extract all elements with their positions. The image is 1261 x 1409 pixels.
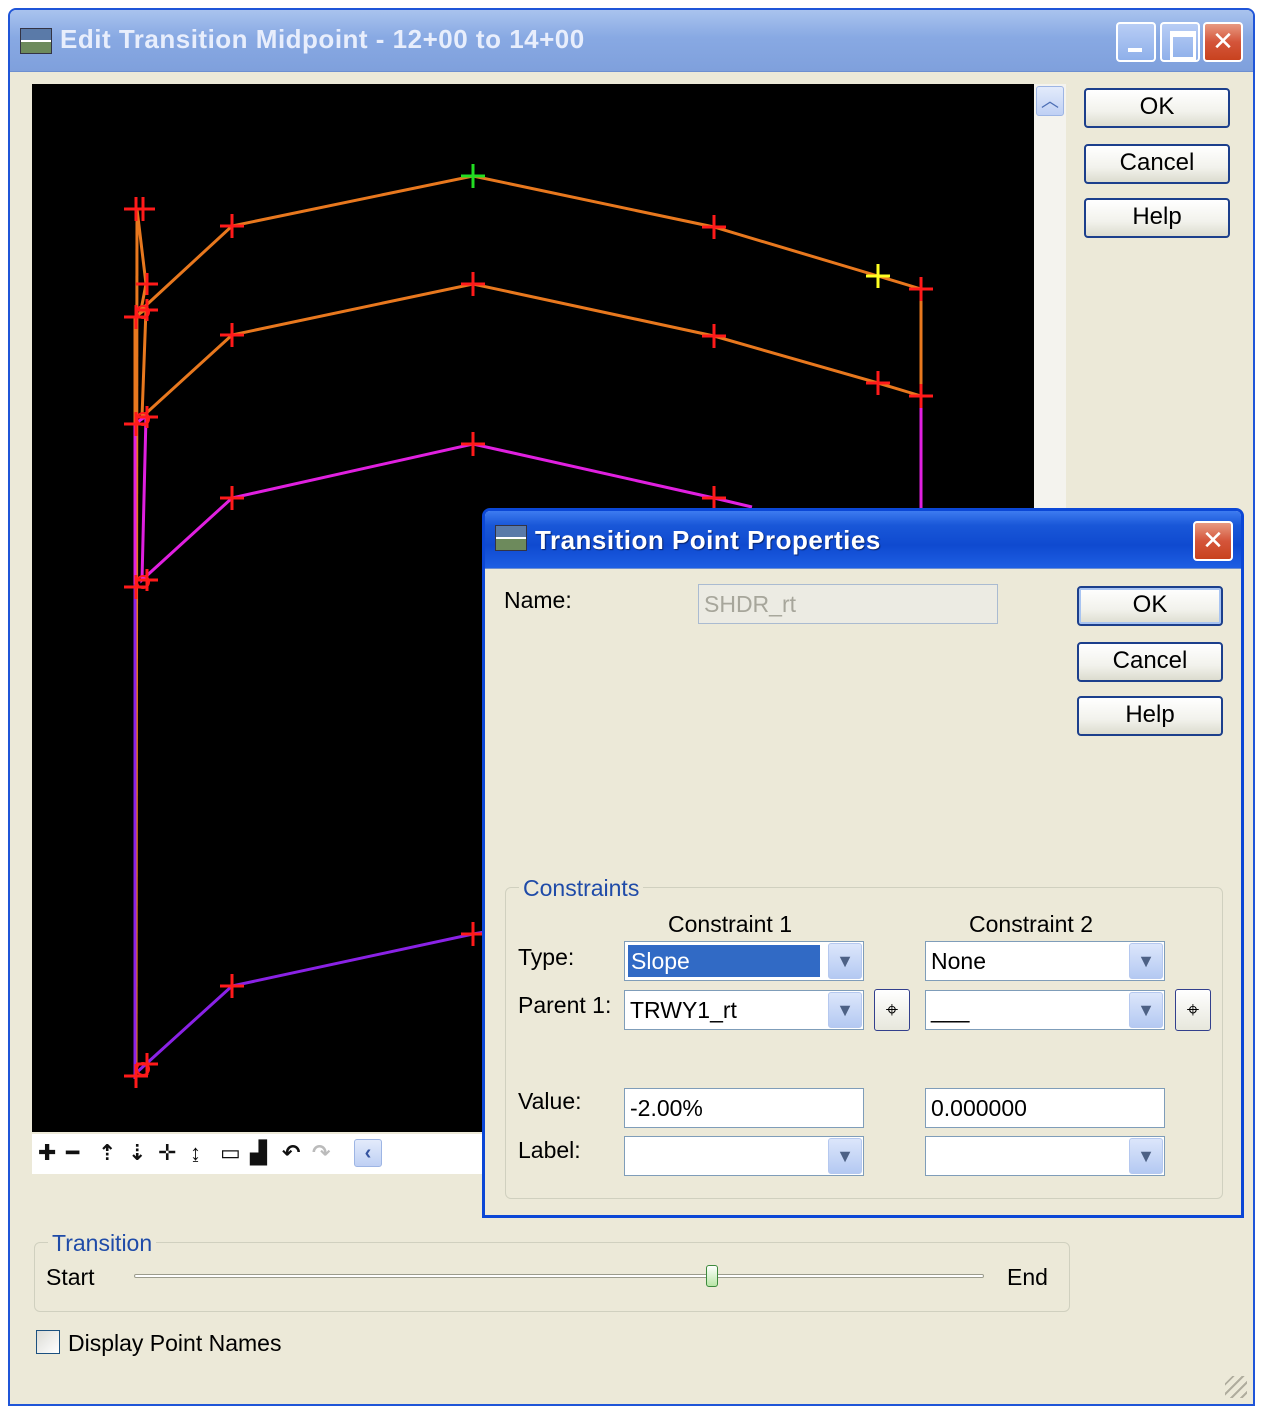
dialog-close-icon[interactable]: ✕	[1193, 521, 1233, 561]
resize-grip[interactable]	[1225, 1376, 1247, 1398]
view-fit-icon[interactable]: ▟	[250, 1140, 267, 1166]
transition-slider-track[interactable]	[134, 1274, 984, 1278]
dialog-titlebar[interactable]: Transition Point Properties ✕	[485, 511, 1241, 569]
constraint2-label-select[interactable]: ▼	[925, 1136, 1165, 1176]
display-point-names-label[interactable]: Display Point Names	[68, 1330, 281, 1357]
cancel-button[interactable]: Cancel	[1084, 144, 1230, 184]
constraint2-parent-select[interactable]: ___ ▼	[925, 990, 1165, 1030]
maximize-icon[interactable]	[1160, 22, 1200, 62]
undo-icon[interactable]: ↶	[282, 1140, 300, 1166]
point-marker	[461, 432, 485, 456]
close-icon[interactable]: ✕	[1203, 22, 1243, 62]
zoom-window-icon[interactable]: ⇣	[128, 1140, 146, 1166]
transition-end-label: End	[1007, 1264, 1048, 1290]
transition-point-properties-dialog: Transition Point Properties ✕ Name: SHDR…	[482, 508, 1244, 1218]
point-marker	[136, 273, 158, 295]
point-marker	[702, 486, 726, 510]
constraint2-value-field[interactable]: 0.000000	[925, 1088, 1165, 1128]
display-point-names-checkbox[interactable]	[36, 1330, 60, 1354]
zoom-out-icon[interactable]: ━	[66, 1140, 79, 1166]
constraint1-type-value: Slope	[628, 945, 820, 977]
dialog-cancel-button[interactable]: Cancel	[1077, 642, 1223, 682]
zoom-extents-icon[interactable]: ⇡	[98, 1140, 116, 1166]
label-label: Label:	[518, 1137, 581, 1163]
constraint1-parent-select[interactable]: TRWY1_rt ▼	[624, 990, 864, 1030]
ok-button[interactable]: OK	[1084, 88, 1230, 128]
transition-group-legend: Transition	[48, 1230, 157, 1257]
point-marker	[461, 272, 485, 296]
scroll-left-icon[interactable]: ‹	[354, 1139, 382, 1167]
constraint1-parent-value: TRWY1_rt	[630, 997, 737, 1023]
point-marker	[909, 384, 933, 408]
chevron-down-icon[interactable]: ▼	[828, 992, 862, 1028]
selected-point-marker	[866, 264, 890, 288]
constraint1-header: Constraint 1	[668, 911, 793, 937]
top-surface-line	[135, 174, 922, 315]
name-label: Name:	[504, 587, 572, 613]
point-marker	[124, 1064, 148, 1088]
constraint2-type-value: None	[931, 948, 986, 974]
crown-point-marker	[461, 164, 485, 188]
chevron-down-icon[interactable]: ▼	[1129, 992, 1163, 1028]
constraint1-type-select[interactable]: Slope ▼	[624, 941, 864, 981]
dialog-ok-button[interactable]: OK	[1077, 586, 1223, 626]
dialog-app-icon	[495, 525, 527, 551]
point-marker	[909, 277, 933, 301]
main-titlebar[interactable]: Edit Transition Midpoint - 12+00 to 14+0…	[10, 10, 1253, 72]
transition-start-label: Start	[46, 1264, 95, 1290]
constraint2-parent-value: ___	[931, 997, 970, 1023]
chevron-down-icon[interactable]: ▼	[828, 1138, 862, 1174]
name-field: SHDR_rt	[698, 584, 998, 624]
point-marker	[702, 324, 726, 348]
chevron-down-icon[interactable]: ▼	[1129, 1138, 1163, 1174]
minimize-icon[interactable]	[1116, 22, 1156, 62]
pan-vertical-icon[interactable]: ↨	[190, 1140, 201, 1166]
point-marker	[866, 371, 890, 395]
dialog-help-button[interactable]: Help	[1077, 696, 1223, 736]
main-window-title: Edit Transition Midpoint - 12+00 to 14+0…	[60, 24, 585, 54]
transition-slider-thumb[interactable]	[706, 1265, 718, 1287]
redo-icon[interactable]: ↷	[312, 1140, 330, 1166]
dialog-title: Transition Point Properties	[535, 525, 881, 555]
parent1-label: Parent 1:	[518, 992, 612, 1018]
constraint1-label-select[interactable]: ▼	[624, 1136, 864, 1176]
constraint2-pick-point-icon[interactable]: ⌖	[1175, 989, 1211, 1031]
pan-icon[interactable]: ✛	[158, 1140, 176, 1166]
value-label: Value:	[518, 1088, 582, 1114]
constraints-group-legend: Constraints	[519, 875, 644, 902]
chevron-down-icon[interactable]: ▼	[1129, 943, 1163, 979]
constraint2-header: Constraint 2	[969, 911, 1094, 937]
constraint1-pick-point-icon[interactable]: ⌖	[874, 989, 910, 1031]
scroll-up-icon[interactable]: ︿	[1036, 86, 1064, 116]
constraint2-type-select[interactable]: None ▼	[925, 941, 1165, 981]
point-marker	[702, 215, 726, 239]
help-button[interactable]: Help	[1084, 198, 1230, 238]
type-label: Type:	[518, 944, 575, 970]
view-window-icon[interactable]: ▭	[220, 1140, 241, 1166]
zoom-in-icon[interactable]: ✚	[38, 1140, 56, 1166]
subgrade-line	[133, 927, 503, 1076]
app-icon	[20, 28, 52, 54]
constraint1-value-field[interactable]: -2.00%	[624, 1088, 864, 1128]
chevron-down-icon[interactable]: ▼	[828, 943, 862, 979]
second-surface-line	[134, 282, 922, 421]
